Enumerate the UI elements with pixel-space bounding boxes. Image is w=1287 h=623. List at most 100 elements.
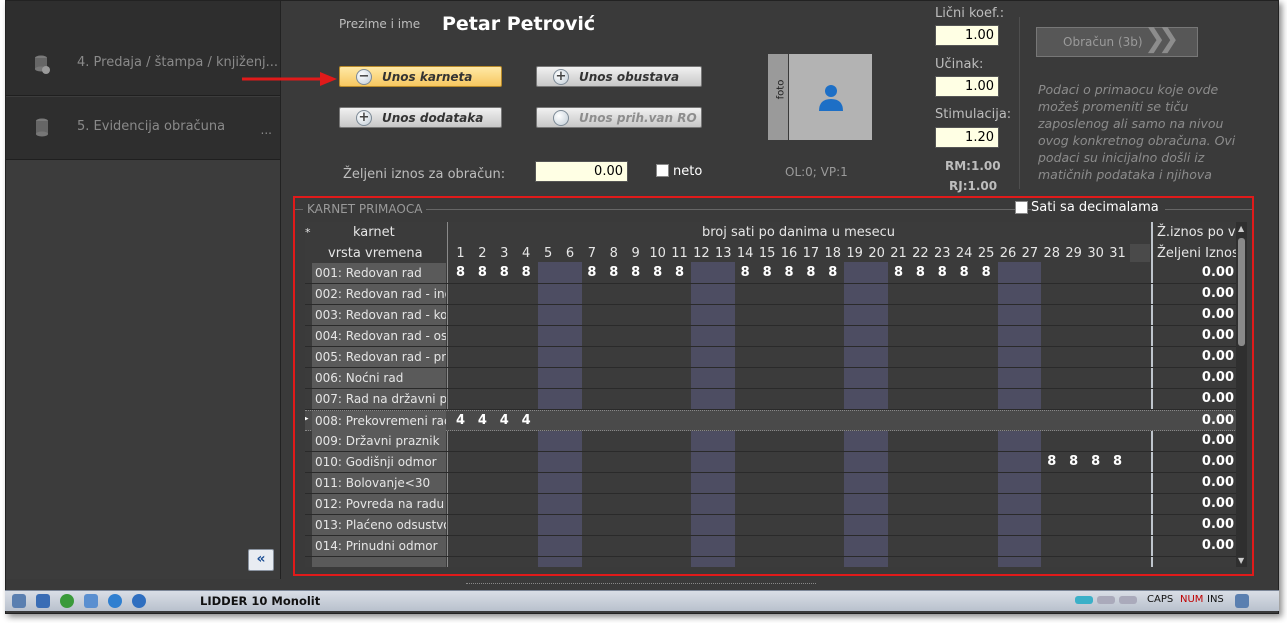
row-amount[interactable]: 0.00 <box>1153 473 1234 493</box>
row-amount[interactable]: 0.00 <box>1153 326 1234 346</box>
row-type-name[interactable]: 006: Noćni rad <box>312 368 446 388</box>
scroll-down-icon[interactable]: ▼ <box>1238 556 1244 565</box>
globe-icon[interactable] <box>60 594 74 608</box>
hours-cell[interactable]: 4 <box>494 411 515 431</box>
table-row[interactable]: 003: Redovan rad - kod 0.00 <box>305 305 1247 326</box>
row-amount[interactable]: 0.00 <box>1153 431 1234 451</box>
hours-cell[interactable]: 8 <box>625 263 646 283</box>
table-row[interactable]: 004: Redovan rad - osol 0.00 <box>305 326 1247 347</box>
hours-cell[interactable]: 8 <box>1107 452 1128 472</box>
resize-grip[interactable] <box>466 583 816 587</box>
row-amount[interactable]: 0.00 <box>1153 263 1234 283</box>
help-icon[interactable] <box>132 594 146 608</box>
hours-cell[interactable]: 8 <box>450 263 471 283</box>
neto-checkbox[interactable] <box>656 164 669 177</box>
row-type-name[interactable]: 004: Redovan rad - osol <box>312 326 446 346</box>
table-row[interactable]: 009: Državni praznik 0.00 <box>305 431 1247 452</box>
hours-cell[interactable]: 8 <box>669 263 690 283</box>
hours-cell[interactable]: 8 <box>932 263 953 283</box>
table-row[interactable]: 001: Redovan rad 8 8 8 8 8 8 8 8 8 8 8 8 8 8 8 8 8 8 8 0.00 <box>305 263 1247 284</box>
unos-dodataka-button[interactable]: + Unos dodataka <box>339 107 502 128</box>
collapse-sidebar-button[interactable]: « <box>248 549 274 571</box>
karnet-grid[interactable]: * karnet vrsta vremena broj sati po dani… <box>305 222 1247 567</box>
keyboard-icon[interactable] <box>1235 594 1249 608</box>
table-row[interactable]: 014: Prinudni odmor 0.00 <box>305 536 1247 557</box>
row-amount[interactable]: 0.00 <box>1153 389 1234 409</box>
row-type-name[interactable]: 013: Plaćeno odsustvo <box>312 515 446 535</box>
hours-cell[interactable]: 8 <box>494 263 515 283</box>
row-amount[interactable]: 0.00 <box>1153 368 1234 388</box>
row-type-name[interactable]: 003: Redovan rad - kod <box>312 305 446 325</box>
row-type-name[interactable]: 012: Povreda na radu <box>312 494 446 514</box>
obracun-button[interactable]: Obračun (3b) ❯❯ <box>1036 25 1198 57</box>
hours-cell[interactable]: 8 <box>800 263 821 283</box>
hours-cell[interactable]: 8 <box>1063 452 1084 472</box>
check-icon[interactable] <box>108 594 122 608</box>
row-type-name[interactable]: 009: Državni praznik <box>312 431 446 451</box>
table-row[interactable]: 010: Godišnji odmor 8 8 8 8 0.00 <box>305 452 1247 473</box>
foto-tab[interactable]: foto <box>768 54 788 140</box>
hours-cell[interactable]: 8 <box>822 263 843 283</box>
row-amount[interactable]: 0.00 <box>1153 411 1234 431</box>
network-icon[interactable] <box>12 594 26 608</box>
row-amount[interactable]: 0.00 <box>1153 452 1234 472</box>
row-type-name[interactable]: 001: Redovan rad <box>312 263 446 283</box>
hours-cell[interactable]: 4 <box>450 411 471 431</box>
hours-cell[interactable]: 8 <box>888 263 909 283</box>
hours-cell[interactable]: 8 <box>735 263 756 283</box>
table-row[interactable]: 013: Plaćeno odsustvo 0.00 <box>305 515 1247 536</box>
row-type-name[interactable]: 005: Redovan rad - prec <box>312 347 446 367</box>
window-icon[interactable] <box>36 594 50 608</box>
hours-cell[interactable]: 4 <box>516 411 537 431</box>
row-amount[interactable]: 0.00 <box>1153 494 1234 514</box>
hours-cell[interactable]: 8 <box>472 263 493 283</box>
table-row[interactable]: 011: Bolovanje<30 0.00 <box>305 473 1247 494</box>
hours-cell[interactable]: 8 <box>581 263 602 283</box>
table-row-partial[interactable] <box>305 557 1247 567</box>
scroll-up-icon[interactable]: ▲ <box>1238 224 1244 233</box>
nav-item-predaja[interactable]: 4. Predaja / štampa / knjiženj... <box>6 33 280 96</box>
hours-cell[interactable]: 8 <box>1041 452 1062 472</box>
hours-cell[interactable]: 8 <box>603 263 624 283</box>
table-row[interactable]: 012: Povreda na radu 0.00 <box>305 494 1247 515</box>
user-icon[interactable] <box>84 594 98 608</box>
table-row[interactable]: 007: Rad na državni praz 0.00 <box>305 389 1247 410</box>
row-amount[interactable]: 0.00 <box>1153 305 1234 325</box>
ucinak-input[interactable]: 1.00 <box>935 76 999 97</box>
hours-cell[interactable]: 8 <box>954 263 975 283</box>
row-type-name[interactable] <box>312 557 446 567</box>
row-type-name[interactable]: 011: Bolovanje<30 <box>312 473 446 493</box>
table-row[interactable]: 002: Redovan rad - inos 0.00 <box>305 284 1247 305</box>
row-type-name[interactable]: 010: Godišnji odmor <box>312 452 446 472</box>
hours-cell[interactable]: 8 <box>976 263 997 283</box>
hours-cell[interactable]: 8 <box>516 263 537 283</box>
unos-karneta-button[interactable]: − Unos karneta <box>339 66 502 87</box>
stimulacija-input[interactable]: 1.20 <box>935 127 999 148</box>
nav-item-top-partial[interactable] <box>6 1 280 34</box>
table-row[interactable]: 005: Redovan rad - prec 0.00 <box>305 347 1247 368</box>
licni-koef-input[interactable]: 1.00 <box>935 25 999 46</box>
hours-cell[interactable]: 8 <box>910 263 931 283</box>
hours-cell[interactable]: 8 <box>647 263 668 283</box>
row-type-name[interactable]: 002: Redovan rad - inos <box>312 284 446 304</box>
nav-item-evidencija[interactable]: 5. Evidencija obračuna ... <box>6 97 280 160</box>
row-amount[interactable]: 0.00 <box>1153 347 1234 367</box>
row-type-name[interactable]: 007: Rad na državni praz <box>312 389 446 409</box>
vertical-scrollbar[interactable]: ▲ ▼ <box>1236 222 1247 567</box>
desired-amount-input[interactable]: 0.00 <box>535 161 628 182</box>
table-row[interactable]: ▸008: Prekovremeni rad44440.00 <box>305 410 1247 431</box>
row-amount[interactable]: 0.00 <box>1153 284 1234 304</box>
row-type-name[interactable]: 008: Prekovremeni rad <box>312 411 446 431</box>
scrollbar-thumb[interactable] <box>1238 238 1245 346</box>
hours-cell[interactable]: 8 <box>757 263 778 283</box>
table-row[interactable]: 006: Noćni rad 0.00 <box>305 368 1247 389</box>
row-amount[interactable]: 0.00 <box>1153 515 1234 535</box>
hours-cell[interactable]: 8 <box>779 263 800 283</box>
row-amount[interactable]: 0.00 <box>1153 536 1234 556</box>
hours-cell[interactable]: 4 <box>472 411 493 431</box>
row-type-name[interactable]: 014: Prinudni odmor <box>312 536 446 556</box>
unos-obustava-button[interactable]: + Unos obustava <box>536 66 702 87</box>
unos-prih-button[interactable]: Unos prih.van RO <box>536 107 702 128</box>
hours-cell[interactable]: 8 <box>1085 452 1106 472</box>
photo-panel[interactable]: foto <box>768 54 872 140</box>
